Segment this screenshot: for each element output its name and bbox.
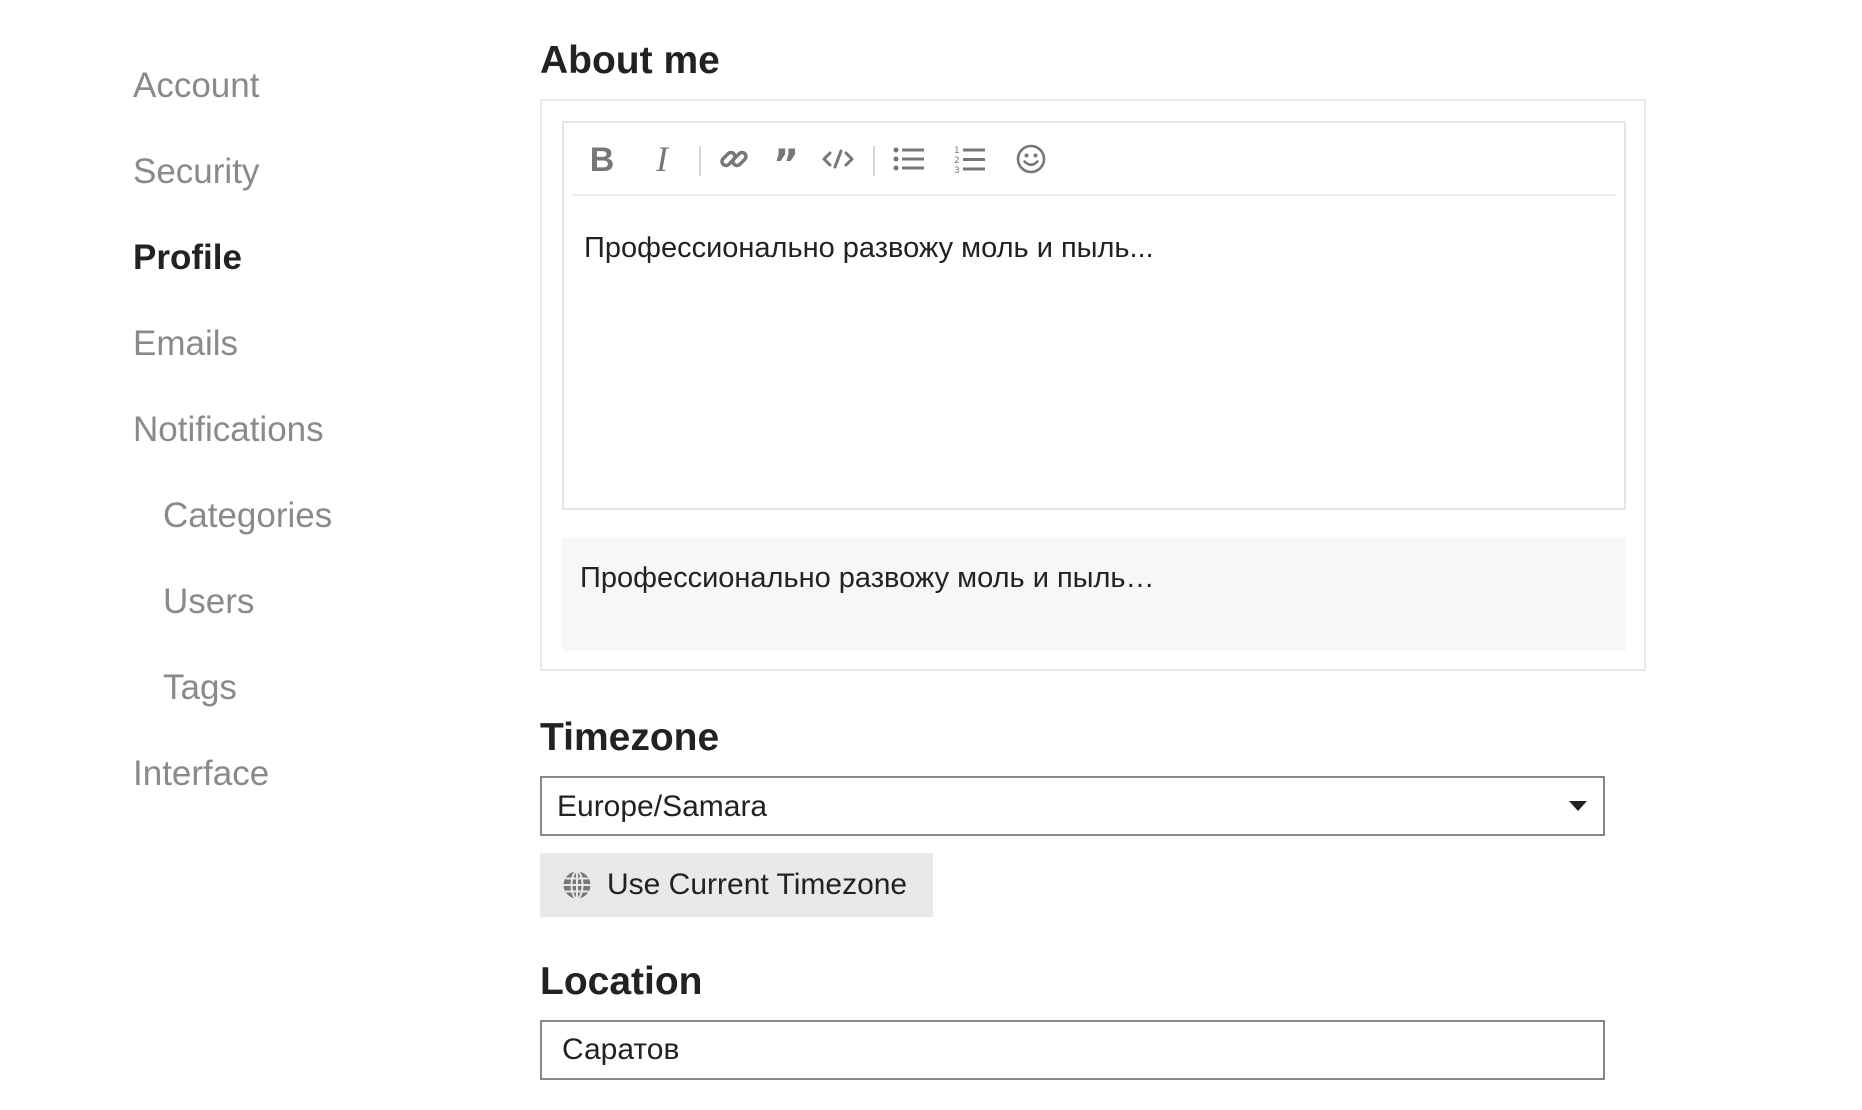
sidebar-item-profile[interactable]: Profile xyxy=(133,238,242,278)
about-me-text[interactable]: Профессионально развожу моль и пыль... xyxy=(584,231,1154,265)
emoji-button[interactable] xyxy=(1009,139,1053,179)
timezone-selected-value: Europe/Samara xyxy=(557,790,768,823)
globe-icon xyxy=(563,870,591,900)
svg-text:2: 2 xyxy=(954,156,960,166)
about-me-editor: B I ” 1 2 3 Профессионально развожу моль… xyxy=(540,99,1646,671)
sidebar-item-interface[interactable]: Interface xyxy=(133,754,269,794)
sidebar-item-users[interactable]: Users xyxy=(163,582,254,622)
use-current-timezone-button[interactable]: Use Current Timezone xyxy=(540,853,933,917)
quote-icon: ” xyxy=(773,144,799,174)
bold-icon: B xyxy=(590,143,615,175)
svg-text:3: 3 xyxy=(954,166,960,174)
use-current-timezone-label: Use Current Timezone xyxy=(607,868,908,901)
italic-icon: I xyxy=(655,143,670,175)
sidebar-item-categories[interactable]: Categories xyxy=(163,496,332,536)
bold-button[interactable]: B xyxy=(580,139,624,179)
sidebar-item-security[interactable]: Security xyxy=(133,152,259,192)
about-me-preview: Профессионально развожу моль и пыль… xyxy=(562,538,1626,651)
location-heading: Location xyxy=(540,960,703,1003)
quote-button[interactable]: ” xyxy=(764,139,808,179)
about-me-heading: About me xyxy=(540,39,720,82)
editor-input-area[interactable]: B I ” 1 2 3 Профессионально развожу моль… xyxy=(562,121,1626,510)
sidebar-item-tags[interactable]: Tags xyxy=(163,668,237,708)
sidebar-item-account[interactable]: Account xyxy=(133,66,259,106)
numbered-list-icon: 1 2 3 xyxy=(954,146,985,174)
preview-text: Профессионально развожу моль и пыль… xyxy=(580,562,1155,594)
italic-button[interactable]: I xyxy=(640,139,684,179)
code-button[interactable] xyxy=(816,139,860,179)
bullet-list-button[interactable] xyxy=(887,139,931,179)
link-button[interactable] xyxy=(712,139,756,179)
emoji-icon xyxy=(1016,144,1046,174)
timezone-heading: Timezone xyxy=(540,716,720,759)
caret-down-icon xyxy=(1569,801,1587,811)
toolbar-separator xyxy=(873,146,875,176)
location-input[interactable] xyxy=(540,1020,1605,1080)
numbered-list-button[interactable]: 1 2 3 xyxy=(948,139,992,179)
svg-text:I: I xyxy=(655,143,670,175)
svg-text:1: 1 xyxy=(954,146,960,156)
sidebar-item-emails[interactable]: Emails xyxy=(133,324,238,364)
timezone-select[interactable]: Europe/Samara xyxy=(540,776,1605,836)
toolbar-separator xyxy=(699,146,701,176)
link-icon xyxy=(720,150,748,168)
svg-text:”: ” xyxy=(773,144,799,174)
editor-toolbar: B I ” 1 2 3 xyxy=(572,123,1616,196)
sidebar-item-notifications[interactable]: Notifications xyxy=(133,410,324,450)
code-icon xyxy=(822,149,854,169)
svg-text:B: B xyxy=(590,143,615,175)
bullet-list-icon xyxy=(893,147,924,171)
